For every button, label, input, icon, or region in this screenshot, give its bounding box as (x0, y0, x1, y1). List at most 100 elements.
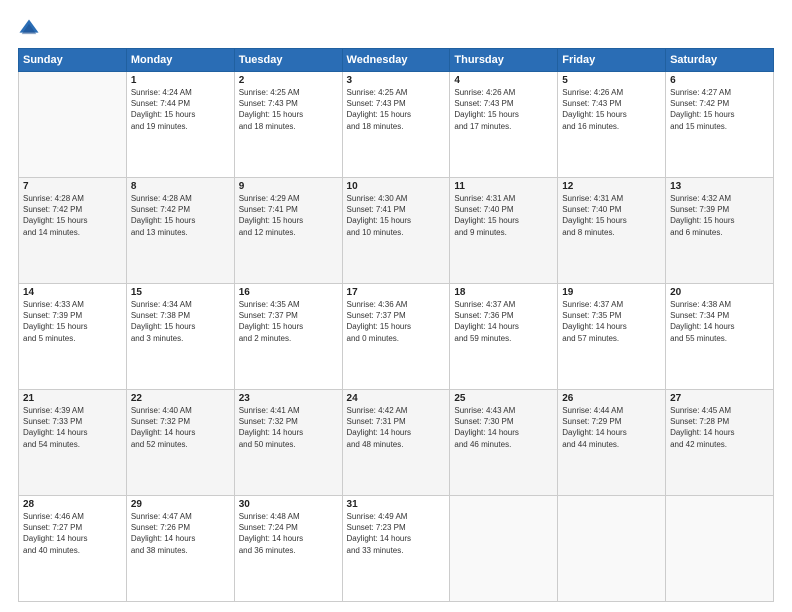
day-info: Sunrise: 4:29 AM Sunset: 7:41 PM Dayligh… (239, 193, 338, 238)
day-info: Sunrise: 4:25 AM Sunset: 7:43 PM Dayligh… (239, 87, 338, 132)
calendar-cell: 8Sunrise: 4:28 AM Sunset: 7:42 PM Daylig… (126, 178, 234, 284)
day-number: 10 (347, 181, 446, 192)
calendar-header-wednesday: Wednesday (342, 49, 450, 72)
day-info: Sunrise: 4:38 AM Sunset: 7:34 PM Dayligh… (670, 299, 769, 344)
day-number: 2 (239, 75, 338, 86)
day-number: 19 (562, 287, 661, 298)
calendar-cell: 21Sunrise: 4:39 AM Sunset: 7:33 PM Dayli… (19, 390, 127, 496)
calendar-cell: 5Sunrise: 4:26 AM Sunset: 7:43 PM Daylig… (558, 72, 666, 178)
calendar-cell: 28Sunrise: 4:46 AM Sunset: 7:27 PM Dayli… (19, 496, 127, 602)
day-number: 5 (562, 75, 661, 86)
calendar-header-monday: Monday (126, 49, 234, 72)
calendar-cell: 24Sunrise: 4:42 AM Sunset: 7:31 PM Dayli… (342, 390, 450, 496)
logo-icon (18, 18, 40, 40)
day-number: 30 (239, 499, 338, 510)
calendar-cell: 3Sunrise: 4:25 AM Sunset: 7:43 PM Daylig… (342, 72, 450, 178)
calendar-cell (19, 72, 127, 178)
calendar-cell: 2Sunrise: 4:25 AM Sunset: 7:43 PM Daylig… (234, 72, 342, 178)
day-number: 18 (454, 287, 553, 298)
day-number: 17 (347, 287, 446, 298)
day-info: Sunrise: 4:46 AM Sunset: 7:27 PM Dayligh… (23, 511, 122, 556)
calendar-header-thursday: Thursday (450, 49, 558, 72)
day-number: 22 (131, 393, 230, 404)
day-info: Sunrise: 4:26 AM Sunset: 7:43 PM Dayligh… (562, 87, 661, 132)
calendar-week-row: 21Sunrise: 4:39 AM Sunset: 7:33 PM Dayli… (19, 390, 774, 496)
day-info: Sunrise: 4:37 AM Sunset: 7:35 PM Dayligh… (562, 299, 661, 344)
day-number: 16 (239, 287, 338, 298)
calendar-header-friday: Friday (558, 49, 666, 72)
calendar-week-row: 1Sunrise: 4:24 AM Sunset: 7:44 PM Daylig… (19, 72, 774, 178)
calendar-cell: 30Sunrise: 4:48 AM Sunset: 7:24 PM Dayli… (234, 496, 342, 602)
day-number: 23 (239, 393, 338, 404)
calendar-cell: 31Sunrise: 4:49 AM Sunset: 7:23 PM Dayli… (342, 496, 450, 602)
day-info: Sunrise: 4:36 AM Sunset: 7:37 PM Dayligh… (347, 299, 446, 344)
calendar-cell: 6Sunrise: 4:27 AM Sunset: 7:42 PM Daylig… (666, 72, 774, 178)
calendar-cell: 1Sunrise: 4:24 AM Sunset: 7:44 PM Daylig… (126, 72, 234, 178)
day-info: Sunrise: 4:39 AM Sunset: 7:33 PM Dayligh… (23, 405, 122, 450)
calendar-cell: 15Sunrise: 4:34 AM Sunset: 7:38 PM Dayli… (126, 284, 234, 390)
day-number: 11 (454, 181, 553, 192)
calendar-header-saturday: Saturday (666, 49, 774, 72)
calendar-cell: 7Sunrise: 4:28 AM Sunset: 7:42 PM Daylig… (19, 178, 127, 284)
day-info: Sunrise: 4:34 AM Sunset: 7:38 PM Dayligh… (131, 299, 230, 344)
day-info: Sunrise: 4:35 AM Sunset: 7:37 PM Dayligh… (239, 299, 338, 344)
day-info: Sunrise: 4:24 AM Sunset: 7:44 PM Dayligh… (131, 87, 230, 132)
day-number: 7 (23, 181, 122, 192)
calendar-cell (666, 496, 774, 602)
calendar-header-sunday: Sunday (19, 49, 127, 72)
calendar-table: SundayMondayTuesdayWednesdayThursdayFrid… (18, 48, 774, 602)
day-info: Sunrise: 4:41 AM Sunset: 7:32 PM Dayligh… (239, 405, 338, 450)
calendar-cell: 19Sunrise: 4:37 AM Sunset: 7:35 PM Dayli… (558, 284, 666, 390)
calendar-cell: 12Sunrise: 4:31 AM Sunset: 7:40 PM Dayli… (558, 178, 666, 284)
day-number: 15 (131, 287, 230, 298)
day-info: Sunrise: 4:27 AM Sunset: 7:42 PM Dayligh… (670, 87, 769, 132)
day-number: 8 (131, 181, 230, 192)
calendar-cell (450, 496, 558, 602)
logo (18, 18, 44, 40)
day-number: 12 (562, 181, 661, 192)
day-number: 26 (562, 393, 661, 404)
calendar-week-row: 7Sunrise: 4:28 AM Sunset: 7:42 PM Daylig… (19, 178, 774, 284)
calendar-cell: 17Sunrise: 4:36 AM Sunset: 7:37 PM Dayli… (342, 284, 450, 390)
day-info: Sunrise: 4:48 AM Sunset: 7:24 PM Dayligh… (239, 511, 338, 556)
calendar-cell: 9Sunrise: 4:29 AM Sunset: 7:41 PM Daylig… (234, 178, 342, 284)
calendar-cell: 29Sunrise: 4:47 AM Sunset: 7:26 PM Dayli… (126, 496, 234, 602)
day-info: Sunrise: 4:45 AM Sunset: 7:28 PM Dayligh… (670, 405, 769, 450)
day-info: Sunrise: 4:49 AM Sunset: 7:23 PM Dayligh… (347, 511, 446, 556)
calendar-header-row: SundayMondayTuesdayWednesdayThursdayFrid… (19, 49, 774, 72)
calendar-cell: 20Sunrise: 4:38 AM Sunset: 7:34 PM Dayli… (666, 284, 774, 390)
day-info: Sunrise: 4:47 AM Sunset: 7:26 PM Dayligh… (131, 511, 230, 556)
day-info: Sunrise: 4:26 AM Sunset: 7:43 PM Dayligh… (454, 87, 553, 132)
day-number: 21 (23, 393, 122, 404)
day-number: 3 (347, 75, 446, 86)
day-info: Sunrise: 4:28 AM Sunset: 7:42 PM Dayligh… (131, 193, 230, 238)
calendar-cell: 23Sunrise: 4:41 AM Sunset: 7:32 PM Dayli… (234, 390, 342, 496)
calendar-cell: 26Sunrise: 4:44 AM Sunset: 7:29 PM Dayli… (558, 390, 666, 496)
day-number: 27 (670, 393, 769, 404)
day-info: Sunrise: 4:31 AM Sunset: 7:40 PM Dayligh… (562, 193, 661, 238)
calendar-cell (558, 496, 666, 602)
calendar-cell: 27Sunrise: 4:45 AM Sunset: 7:28 PM Dayli… (666, 390, 774, 496)
day-info: Sunrise: 4:40 AM Sunset: 7:32 PM Dayligh… (131, 405, 230, 450)
day-number: 31 (347, 499, 446, 510)
calendar-cell: 10Sunrise: 4:30 AM Sunset: 7:41 PM Dayli… (342, 178, 450, 284)
calendar-week-row: 14Sunrise: 4:33 AM Sunset: 7:39 PM Dayli… (19, 284, 774, 390)
calendar-cell: 11Sunrise: 4:31 AM Sunset: 7:40 PM Dayli… (450, 178, 558, 284)
day-number: 4 (454, 75, 553, 86)
day-info: Sunrise: 4:44 AM Sunset: 7:29 PM Dayligh… (562, 405, 661, 450)
day-info: Sunrise: 4:28 AM Sunset: 7:42 PM Dayligh… (23, 193, 122, 238)
calendar-header-tuesday: Tuesday (234, 49, 342, 72)
day-info: Sunrise: 4:25 AM Sunset: 7:43 PM Dayligh… (347, 87, 446, 132)
calendar-week-row: 28Sunrise: 4:46 AM Sunset: 7:27 PM Dayli… (19, 496, 774, 602)
calendar-cell: 18Sunrise: 4:37 AM Sunset: 7:36 PM Dayli… (450, 284, 558, 390)
calendar-cell: 22Sunrise: 4:40 AM Sunset: 7:32 PM Dayli… (126, 390, 234, 496)
day-number: 13 (670, 181, 769, 192)
page: SundayMondayTuesdayWednesdayThursdayFrid… (0, 0, 792, 612)
day-number: 25 (454, 393, 553, 404)
calendar-cell: 4Sunrise: 4:26 AM Sunset: 7:43 PM Daylig… (450, 72, 558, 178)
day-number: 24 (347, 393, 446, 404)
day-number: 6 (670, 75, 769, 86)
calendar-cell: 16Sunrise: 4:35 AM Sunset: 7:37 PM Dayli… (234, 284, 342, 390)
day-info: Sunrise: 4:31 AM Sunset: 7:40 PM Dayligh… (454, 193, 553, 238)
header (18, 18, 774, 40)
